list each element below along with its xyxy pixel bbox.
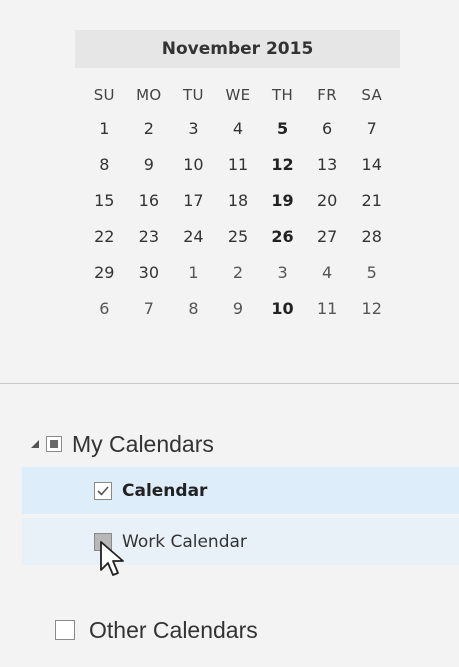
- day-cell[interactable]: 18: [216, 191, 261, 210]
- weekday-label: WE: [225, 86, 251, 104]
- day-cell[interactable]: 10: [171, 155, 216, 174]
- day-cell[interactable]: 8: [82, 155, 127, 174]
- weekday-label: MO: [136, 86, 162, 104]
- day-cell[interactable]: 6: [82, 299, 127, 318]
- weekday-header-row: SU MO TU WE TH FR SA: [82, 80, 394, 110]
- day-cell[interactable]: 2: [127, 119, 172, 138]
- day-cell[interactable]: 4: [305, 263, 350, 282]
- day-cell[interactable]: 16: [127, 191, 172, 210]
- day-cell[interactable]: 1: [82, 119, 127, 138]
- day-cell[interactable]: 1: [171, 263, 216, 282]
- expand-arrow-icon[interactable]: [30, 439, 40, 449]
- date-navigator-grid: SU MO TU WE TH FR SA 1 2 3 4 5 6 7 8 9 1…: [82, 80, 394, 326]
- calendar-checkbox[interactable]: [94, 481, 112, 500]
- week-row: 22 23 24 25 26 27 28: [82, 218, 394, 254]
- mouse-pointer-icon: [100, 541, 124, 576]
- day-cell[interactable]: 23: [127, 227, 172, 246]
- day-cell[interactable]: 25: [216, 227, 261, 246]
- day-cell[interactable]: 15: [82, 191, 127, 210]
- day-cell[interactable]: 8: [171, 299, 216, 318]
- day-cell[interactable]: 5: [260, 119, 305, 138]
- day-cell[interactable]: 9: [216, 299, 261, 318]
- day-cell[interactable]: 7: [127, 299, 172, 318]
- weekday-label: SA: [361, 86, 383, 104]
- day-cell[interactable]: 7: [349, 119, 394, 138]
- day-cell[interactable]: 17: [171, 191, 216, 210]
- day-cell[interactable]: 11: [216, 155, 261, 174]
- day-cell[interactable]: 13: [305, 155, 350, 174]
- my-calendars-label[interactable]: My Calendars: [72, 431, 214, 458]
- day-cell[interactable]: 4: [216, 119, 261, 138]
- day-cell[interactable]: 24: [171, 227, 216, 246]
- section-divider: [0, 383, 459, 384]
- day-cell[interactable]: 6: [305, 119, 350, 138]
- calendar-item-label[interactable]: Calendar: [122, 481, 207, 501]
- day-cell[interactable]: 14: [349, 155, 394, 174]
- work-calendar-folder-item[interactable]: Work Calendar: [22, 518, 459, 565]
- day-cell[interactable]: 27: [305, 227, 350, 246]
- other-calendars-label[interactable]: Other Calendars: [89, 617, 258, 644]
- day-cell[interactable]: 12: [349, 299, 394, 318]
- day-cell[interactable]: 29: [82, 263, 127, 282]
- week-row: 8 9 10 11 12 13 14: [82, 146, 394, 182]
- week-row: 15 16 17 18 19 20 21: [82, 182, 394, 218]
- checkmark-icon: [97, 485, 109, 496]
- day-cell[interactable]: 10: [260, 299, 305, 318]
- day-cell[interactable]: 12: [260, 155, 305, 174]
- work-calendar-item-label[interactable]: Work Calendar: [122, 532, 247, 552]
- day-cell[interactable]: 20: [305, 191, 350, 210]
- day-cell[interactable]: 2: [216, 263, 261, 282]
- day-cell[interactable]: 9: [127, 155, 172, 174]
- week-row: 1 2 3 4 5 6 7: [82, 110, 394, 146]
- day-cell[interactable]: 19: [260, 191, 305, 210]
- week-row: 6 7 8 9 10 11 12: [82, 290, 394, 326]
- my-calendars-group-header[interactable]: My Calendars: [30, 424, 214, 464]
- day-cell[interactable]: 11: [305, 299, 350, 318]
- day-cell[interactable]: 3: [171, 119, 216, 138]
- day-cell[interactable]: 3: [260, 263, 305, 282]
- day-cell[interactable]: 22: [82, 227, 127, 246]
- weekday-label: TU: [183, 86, 204, 104]
- weekday-label: SU: [93, 86, 115, 104]
- day-cell[interactable]: 21: [349, 191, 394, 210]
- day-cell[interactable]: 26: [260, 227, 305, 246]
- weekday-label: TH: [272, 86, 294, 104]
- other-calendars-checkbox[interactable]: [55, 620, 75, 640]
- other-calendars-group-header[interactable]: Other Calendars: [55, 612, 258, 648]
- month-title: November 2015: [75, 30, 400, 68]
- calendar-folder-item[interactable]: Calendar: [22, 467, 459, 514]
- day-cell[interactable]: 5: [349, 263, 394, 282]
- my-calendars-checkbox[interactable]: [46, 436, 62, 452]
- day-cell[interactable]: 30: [127, 263, 172, 282]
- day-cell[interactable]: 28: [349, 227, 394, 246]
- weekday-label: FR: [317, 86, 337, 104]
- week-row: 29 30 1 2 3 4 5: [82, 254, 394, 290]
